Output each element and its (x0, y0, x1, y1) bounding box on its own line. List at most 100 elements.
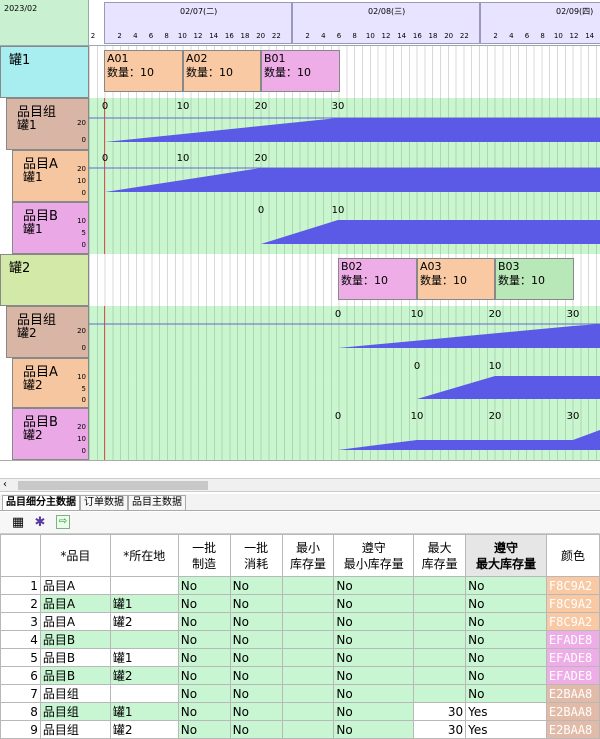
table-row[interactable]: 8 品目组 罐1 No No No 30 Yes E2BAA8 (0, 702, 600, 721)
cell-max-stock[interactable] (413, 576, 467, 595)
cell-location[interactable]: 罐1 (109, 702, 179, 721)
cell-batch-make[interactable]: No (177, 720, 231, 739)
table-row[interactable]: 3 品目A 罐2 No No No No F8C9A2 (0, 612, 600, 631)
cell-keep-max[interactable]: Yes (465, 720, 547, 739)
cell-keep-min[interactable]: No (333, 576, 415, 595)
cell-batch-make[interactable]: No (177, 576, 231, 595)
cell-item[interactable]: 品目B (39, 648, 111, 667)
cell-min-stock[interactable] (281, 576, 335, 595)
cell-batch-consume[interactable]: No (229, 648, 283, 667)
cell-batch-make[interactable]: No (177, 648, 231, 667)
cell-keep-min[interactable]: No (333, 684, 415, 703)
cell-location[interactable]: 罐2 (109, 666, 179, 685)
cell-location[interactable]: 罐2 (109, 720, 179, 739)
cell-keep-max[interactable]: No (465, 594, 547, 613)
tab-order-data[interactable]: 订单数据 (80, 495, 128, 510)
cell-location[interactable]: 罐1 (109, 594, 179, 613)
export-icon[interactable]: ⇨ (56, 515, 70, 529)
cell-max-stock[interactable] (413, 630, 467, 649)
col-header-max-stock[interactable]: 最大 库存量 (413, 534, 467, 577)
cell-location[interactable] (109, 576, 179, 595)
col-header-item[interactable]: *品目 (39, 534, 111, 577)
order-bar-a01[interactable]: A01 数量：10 (104, 50, 183, 92)
col-header-keep-min[interactable]: 遵守 最小库存量 (333, 534, 415, 577)
table-row[interactable]: 1 品目A No No No No F8C9A2 (0, 576, 600, 595)
cell-color[interactable]: F8C9A2 (545, 594, 600, 613)
cell-min-stock[interactable] (281, 666, 335, 685)
cell-min-stock[interactable] (281, 648, 335, 667)
row-header-tank1[interactable]: 罐1 (0, 46, 89, 98)
cell-min-stock[interactable] (281, 684, 335, 703)
row-header-itema-tank1[interactable]: 品目A 罐1 20 10 0 (12, 150, 89, 202)
cell-item[interactable]: 品目组 (39, 684, 111, 703)
order-bar-a03[interactable]: A03 数量：10 (417, 258, 495, 300)
cell-min-stock[interactable] (281, 630, 335, 649)
col-header-batch-make[interactable]: 一批 制造 (177, 534, 231, 577)
cell-keep-min[interactable]: No (333, 648, 415, 667)
scroll-left-icon[interactable]: ‹ (3, 479, 7, 490)
col-header-color[interactable]: 颜色 (545, 534, 600, 577)
cell-batch-make[interactable]: No (177, 594, 231, 613)
cell-item[interactable]: 品目B (39, 666, 111, 685)
cell-location[interactable] (109, 630, 179, 649)
cell-keep-min[interactable]: No (333, 702, 415, 721)
scroll-thumb[interactable] (18, 481, 208, 490)
cell-batch-consume[interactable]: No (229, 612, 283, 631)
cell-color[interactable]: F8C9A2 (545, 612, 600, 631)
cell-keep-max[interactable]: No (465, 576, 547, 595)
cell-max-stock[interactable] (413, 666, 467, 685)
order-bar-b01[interactable]: B01 数量：10 (261, 50, 340, 92)
cell-batch-consume[interactable]: No (229, 720, 283, 739)
cell-keep-min[interactable]: No (333, 630, 415, 649)
cell-batch-consume[interactable]: No (229, 630, 283, 649)
cell-keep-max[interactable]: No (465, 666, 547, 685)
order-bar-b02[interactable]: B02 数量：10 (338, 258, 417, 300)
cell-batch-consume[interactable]: No (229, 666, 283, 685)
cell-max-stock[interactable] (413, 684, 467, 703)
grid-icon[interactable]: ▦ (10, 515, 26, 531)
cell-item[interactable]: 品目A (39, 612, 111, 631)
table-row[interactable]: 4 品目B No No No No EFADE8 (0, 630, 600, 649)
cell-keep-min[interactable]: No (333, 594, 415, 613)
cell-batch-consume[interactable]: No (229, 576, 283, 595)
row-header-itemb-tank2[interactable]: 品目B 罐2 20 10 0 (12, 408, 89, 460)
cell-keep-max[interactable]: No (465, 684, 547, 703)
cell-batch-make[interactable]: No (177, 630, 231, 649)
cell-max-stock[interactable] (413, 594, 467, 613)
row-header-tank2[interactable]: 罐2 (0, 254, 89, 306)
cell-batch-make[interactable]: No (177, 702, 231, 721)
cell-batch-make[interactable]: No (177, 684, 231, 703)
table-row[interactable]: 9 品目组 罐2 No No No 30 Yes E2BAA8 (0, 720, 600, 739)
table-row[interactable]: 5 品目B 罐1 No No No No EFADE8 (0, 648, 600, 667)
cell-color[interactable]: F8C9A2 (545, 576, 600, 595)
tab-item-master[interactable]: 品目主数据 (128, 495, 186, 510)
col-header-location[interactable]: *所在地 (109, 534, 179, 577)
col-header-keep-max[interactable]: 遵守 最大库存量 (465, 534, 547, 577)
cell-item[interactable]: 品目A (39, 594, 111, 613)
horizontal-scrollbar[interactable]: ‹ (0, 478, 600, 492)
cell-color[interactable]: E2BAA8 (545, 684, 600, 703)
cell-item[interactable]: 品目B (39, 630, 111, 649)
cell-keep-min[interactable]: No (333, 666, 415, 685)
cell-batch-make[interactable]: No (177, 612, 231, 631)
tab-item-detail-master[interactable]: 品目细分主数据 (2, 495, 80, 510)
cell-batch-consume[interactable]: No (229, 684, 283, 703)
order-bar-b03[interactable]: B03 数量：10 (495, 258, 574, 300)
cell-color[interactable]: EFADE8 (545, 648, 600, 667)
cell-batch-consume[interactable]: No (229, 594, 283, 613)
cell-item[interactable]: 品目A (39, 576, 111, 595)
table-row[interactable]: 6 品目B 罐2 No No No No EFADE8 (0, 666, 600, 685)
cell-min-stock[interactable] (281, 702, 335, 721)
cell-batch-make[interactable]: No (177, 666, 231, 685)
row-header-group-tank1[interactable]: 品目组 罐1 20 0 (6, 98, 89, 150)
cell-location[interactable] (109, 684, 179, 703)
cell-min-stock[interactable] (281, 594, 335, 613)
cell-color[interactable]: EFADE8 (545, 666, 600, 685)
cell-keep-max[interactable]: No (465, 612, 547, 631)
cell-max-stock[interactable]: 30 (413, 720, 467, 739)
cell-location[interactable]: 罐1 (109, 648, 179, 667)
cell-color[interactable]: EFADE8 (545, 630, 600, 649)
cell-max-stock[interactable]: 30 (413, 702, 467, 721)
table-row[interactable]: 2 品目A 罐1 No No No No F8C9A2 (0, 594, 600, 613)
settings-icon[interactable]: ✱ (32, 515, 48, 531)
